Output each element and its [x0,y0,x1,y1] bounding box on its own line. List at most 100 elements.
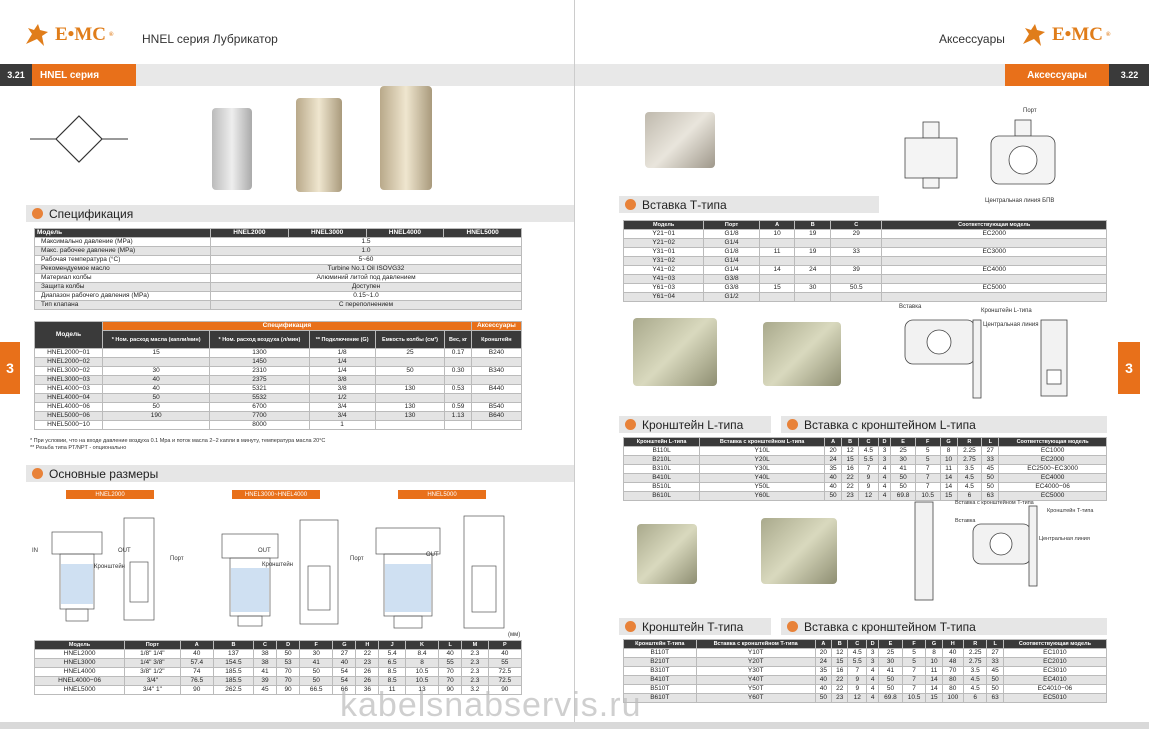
spec-value: С переполнением [210,300,522,310]
table-cell: 22 [831,675,849,685]
table-cell: 2.25 [962,648,988,658]
table-header-cell: H [355,640,380,650]
page-bar: Аксессуары 3.22 [575,64,1149,86]
lbracket-row: B410L Y40L 40 22 9 4 50 7 14 4.5 50 EC4000 [622,473,1107,483]
table-cell: HNEL3000 [33,658,126,668]
table-cell: 30 [794,283,832,293]
table-cell: 262.5 [212,685,254,695]
table-cell [444,420,472,430]
bullet-icon [625,199,636,210]
spec-row: Материал колбы Алюминий литой под давлени… [34,273,522,283]
spec-value: 5~60 [210,255,522,265]
table-cell: 50 [101,402,211,412]
table-cell: 27 [986,648,1004,658]
table-header-cell: F [914,437,941,447]
table-cell: G1/4 [703,238,760,248]
table-cell: 50 [986,675,1004,685]
label-out: OUT [118,548,131,554]
table-cell: 5.5 [847,657,868,667]
table-cell: HNEL5000−10 [34,420,103,430]
table-header-cell: Соответствующая модель [881,220,1107,230]
bullet-icon [32,208,43,219]
table-cell [444,357,472,367]
table-cell: 0.59 [444,402,472,412]
label-center: Центральная линия БПВ [985,198,1054,204]
product-photo-large [380,86,432,190]
table-cell [758,256,796,266]
col-sub: * Ном. расход масла (капли/мин) [101,330,211,349]
table-cell: Y61−04 [622,292,705,302]
table-cell: EC2000 [998,455,1107,465]
table-cell: 41 [299,658,334,668]
table-cell: 27 [332,649,357,659]
table-cell: 23 [355,658,380,668]
table-cell: 7 [901,675,927,685]
label-bracket: Кронштейн L-типа [981,307,1032,314]
page-bar: 3.21 HNEL серия [0,64,574,86]
table-cell: 1/4 [308,357,376,367]
table-cell [758,274,796,284]
table-cell: 1450 [209,357,310,367]
table-cell: 22 [841,473,860,483]
table-cell: HNEL5000−06 [34,411,103,421]
tbracket-row: B410T Y40T 40 22 9 4 50 7 14 80 4.5 50 EC4010 [623,675,1108,685]
bullet-icon [787,621,798,632]
label-insert: Вставка [955,518,976,524]
ttype-heading: Вставка Т-типа [619,196,879,213]
table-cell: 40 [814,675,833,685]
table-cell: B440 [470,384,523,394]
table-cell [101,420,211,430]
table-cell: Y60T [695,693,816,703]
ttype-heading-label: Вставка Т-типа [642,197,727,212]
table-cell: 7700 [209,411,310,421]
dims-heading: Основные размеры [26,465,574,482]
table-cell: EC1000 [998,446,1107,456]
table-cell: HNEL4000 [33,667,126,677]
table-cell: 9 [858,473,879,483]
spec-table: Модель HNEL2000 HNEL3000 HNEL4000 HNEL50… [34,228,522,310]
table-cell: HNEL3000−02 [34,366,103,376]
note-2: ** Резьба типа PT/NPT - опционально [30,445,127,451]
table-cell: Y41−03 [622,274,705,284]
table-cell: 15 [758,283,796,293]
table-cell: 40 [824,482,843,492]
table-cell: 5 [901,648,927,658]
table-cell: 3/4" [124,676,181,686]
table-cell: B340 [470,366,523,376]
chip-hnel5000: HNEL5000 [398,490,486,499]
spec-row: Диапазон рабочего давления (MPa) 0.15~1.0 [34,291,522,301]
table-cell: 4.5 [962,675,988,685]
table-cell: 26 [355,676,380,686]
table-header-cell: G [332,640,357,650]
table-cell: 40 [179,649,214,659]
spec-label: Рекомендуемое масло [34,264,211,274]
table-cell: 50 [981,473,1000,483]
col-sub: * Ном. расход воздуха (л/мин) [209,330,310,349]
table-header-cell: P [487,640,523,650]
table-cell: 4 [866,675,880,685]
table-cell: 30 [890,455,916,465]
spec-detail-row: HNEL2000−02 1450 1/4 [34,357,523,367]
table-cell: 0.17 [444,348,472,358]
spec-detail-row: HNEL2000−01 15 1300 1/8 25 0.17 B240 [34,348,523,358]
table-cell: 7 [847,666,868,676]
table-cell: 40 [941,648,964,658]
table-header-cell: A [814,639,833,649]
table-cell: 41 [890,464,916,474]
table-cell: G1/4 [703,256,760,266]
lbracket-heading-2: Вставка с кронштейном L-типа [781,416,1107,433]
table-cell: EC4010 [1002,675,1108,685]
t-insert-drawing: Порт Центральная линия БПВ [904,108,1056,204]
table-header-cell: G [925,639,943,649]
label-in: IN [32,548,38,554]
table-header-cell: Кронштейн L-типа [622,437,701,447]
label-insert-bracket: Вставка с кронштейном T-типа [955,499,1035,506]
table-cell: 10 [925,657,943,667]
table-cell: 14 [758,265,796,275]
table-cell [881,256,1107,266]
spec-detail-row: HNEL3000−03 40 2375 3/8 [34,375,523,385]
table-header-cell: Модель [622,220,705,230]
table-cell: 24 [794,265,832,275]
label-bracket: Кронштейн [94,563,125,570]
table-cell: 66.5 [299,685,334,695]
